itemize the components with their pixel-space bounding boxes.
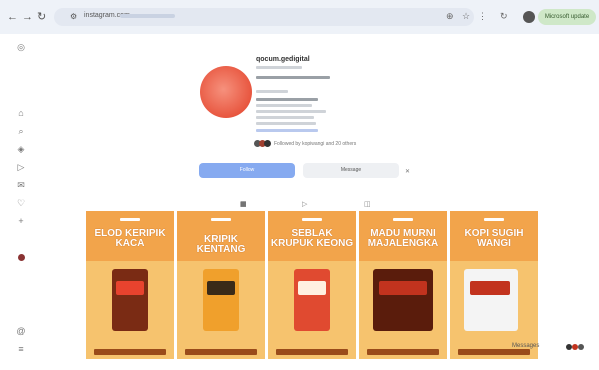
post-footer: [94, 349, 166, 355]
post-footer: [276, 349, 348, 355]
reels-icon[interactable]: ▷: [15, 162, 27, 173]
bio-line: [256, 122, 316, 125]
post-title: MADU MURNI MAJALENGKA: [367, 228, 439, 249]
messages-pill[interactable]: Messages: [512, 343, 539, 349]
bio-line: [256, 90, 288, 93]
search-icon[interactable]: ⌕: [15, 126, 27, 137]
follower-avatar: [264, 140, 271, 147]
product-package: [373, 269, 433, 331]
posts-grid-icon[interactable]: ▦: [240, 200, 247, 208]
post-tile[interactable]: SEBLAK KRUPUK KEONG: [268, 211, 356, 359]
post-tile[interactable]: MADU MURNI MAJALENGKA: [359, 211, 447, 359]
menu-icon[interactable]: ≡: [15, 344, 27, 354]
post-footer: [185, 349, 257, 355]
browser-profile-avatar[interactable]: [523, 11, 535, 23]
profile-category-line: [256, 66, 302, 69]
post-brand-tag: [393, 218, 413, 221]
back-icon[interactable]: ←: [7, 11, 18, 23]
refresh-icon[interactable]: ↻: [500, 11, 508, 22]
bio-line: [256, 116, 314, 119]
bio-line: [256, 110, 326, 113]
post-brand-tag: [484, 218, 504, 221]
profile-picture[interactable]: [200, 66, 252, 118]
bio-line: [256, 98, 318, 101]
home-icon[interactable]: ⌂: [15, 108, 27, 118]
post-title: SEBLAK KRUPUK KEONG: [270, 228, 354, 249]
messages-icon[interactable]: ✉: [15, 180, 27, 191]
forward-icon[interactable]: →: [22, 11, 33, 23]
reload-icon[interactable]: ↻: [37, 11, 46, 23]
product-package: [464, 269, 518, 331]
zoom-icon[interactable]: ⊕: [446, 11, 454, 22]
bio-link[interactable]: [256, 129, 318, 132]
product-package: [112, 269, 148, 331]
profile-avatar-icon[interactable]: [18, 254, 25, 261]
post-brand-tag: [211, 218, 231, 221]
product-package: [203, 269, 239, 331]
profile-username: qocum.gedigital: [256, 56, 310, 63]
more-options-icon[interactable]: ✕: [405, 168, 410, 175]
reels-tab-icon[interactable]: ▷: [302, 200, 307, 208]
product-label: [116, 281, 144, 295]
product-label: [298, 281, 326, 295]
post-brand-tag: [120, 218, 140, 221]
instagram-logo-icon[interactable]: ◎: [15, 42, 27, 53]
tagged-tab-icon[interactable]: ◫: [364, 200, 371, 208]
url-path: [120, 14, 175, 18]
post-tile[interactable]: KOPI SUGIH WANGI: [450, 211, 538, 359]
explore-icon[interactable]: ◈: [15, 144, 27, 155]
post-title: KOPI SUGIH WANGI: [464, 228, 524, 249]
notifications-icon[interactable]: ♡: [15, 198, 27, 209]
extensions-icon[interactable]: ⋮: [478, 11, 487, 22]
product-label: [379, 281, 427, 295]
followed-by-text[interactable]: Followed by kopiwangi and 20 others: [274, 141, 356, 147]
post-footer: [367, 349, 439, 355]
update-button[interactable]: Microsoft update: [538, 9, 596, 25]
post-tile[interactable]: ELOD KERIPIK KACA: [86, 211, 174, 359]
message-button[interactable]: Message: [303, 163, 399, 178]
product-label: [207, 281, 235, 295]
product-label: [470, 281, 510, 295]
chat-avatar[interactable]: [578, 344, 584, 350]
post-tile[interactable]: KRIPIK KENTANG: [177, 211, 265, 359]
create-icon[interactable]: +: [15, 216, 27, 226]
bookmark-icon[interactable]: ☆: [462, 11, 470, 22]
post-title: ELOD KERIPIK KACA: [94, 228, 166, 249]
site-info-icon[interactable]: ⚙: [70, 11, 77, 23]
follow-button[interactable]: Follow: [199, 163, 295, 178]
bio-line: [256, 104, 312, 107]
product-package: [294, 269, 330, 331]
post-title: KRIPIK KENTANG: [196, 234, 246, 255]
post-footer: [458, 349, 530, 355]
threads-icon[interactable]: @: [15, 326, 27, 336]
profile-stats-line: [256, 76, 330, 79]
post-brand-tag: [302, 218, 322, 221]
